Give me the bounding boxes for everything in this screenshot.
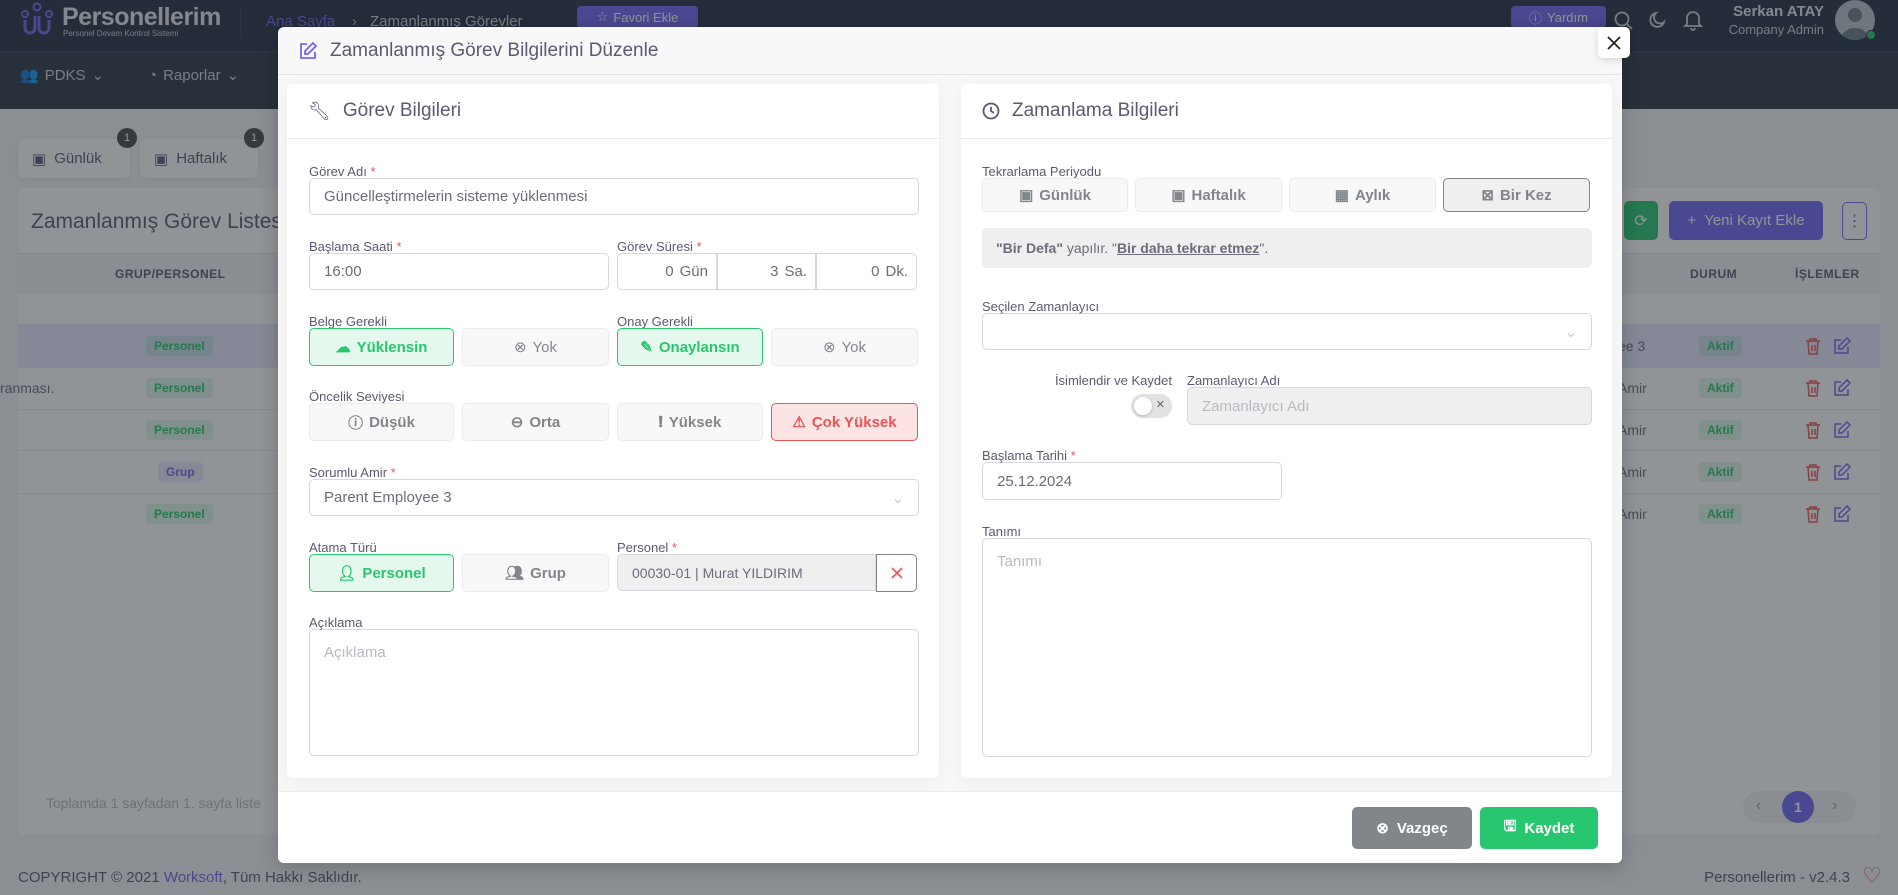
calendar-x-icon: ⊠ (1481, 187, 1494, 204)
named-save-toggle[interactable]: ✕ (1131, 394, 1172, 418)
start-time-label: Başlama Saati * (309, 239, 402, 254)
definition-textarea[interactable]: Tanımı (982, 538, 1592, 757)
period-label: Tekrarlama Periyodu (982, 164, 1102, 179)
task-name-label: Görev Adı * (309, 164, 376, 179)
close-icon (890, 567, 903, 579)
period-options: ▣ Günlük ▣ Haftalık ▦ Aylık ⊠ Bir Kez (982, 178, 1592, 212)
period-monthly-button[interactable]: ▦ Aylık (1289, 178, 1436, 212)
clock-icon (982, 102, 1000, 120)
x-circle-icon: ⊗ (822, 339, 836, 356)
assign-group-button[interactable]: 👥︎ Grup (462, 554, 609, 592)
assign-personel-button[interactable]: 👤︎ Personel (309, 554, 454, 592)
task-form: Görev Adı * Güncelleştirmelerin sisteme … (287, 139, 939, 756)
toggle-wrap: ✕ (982, 387, 1172, 425)
info-circle-icon: ⓘ (348, 414, 364, 432)
personel-label: Personel * (617, 540, 677, 555)
selected-timer-label: Seçilen Zamanlayıcı (982, 299, 1100, 314)
row-assignment: Atama Türü Personel * 👤︎ Personel 👥︎ Grup … (309, 541, 919, 592)
description-textarea[interactable]: Açıklama (309, 629, 919, 756)
priority-medium-button[interactable]: ⊖ Orta (462, 403, 609, 441)
priority-high-button[interactable]: ❗︎ Yüksek (617, 403, 763, 441)
close-icon (1607, 35, 1621, 50)
approval-none-button[interactable]: ⊗ Yok (771, 328, 918, 366)
personel-field: 00030-01 | Murat YILDIRIM (617, 554, 917, 592)
period-weekly-button[interactable]: ▣ Haftalık (1135, 178, 1282, 212)
manager-select[interactable]: Parent Employee 3 ⌄ (309, 479, 919, 516)
personel-input[interactable]: 00030-01 | Murat YILDIRIM (617, 554, 876, 591)
priority-label: Öncelik Seviyesi (309, 389, 405, 404)
info-emphasis: Bir daha tekrar etmez (1116, 240, 1260, 256)
calendar-week-icon: ▣ (1171, 187, 1186, 204)
doc-required-label: Belge Gerekli (309, 314, 388, 329)
edit-task-modal: Zamanlanmış Görev Bilgilerini Düzenle 🔧︎… (278, 27, 1630, 863)
card-header: Zamanlama Bilgileri (961, 84, 1612, 139)
manager-label: Sorumlu Amir * (309, 465, 396, 480)
duration-minutes-input[interactable]: 0 Dk. (816, 253, 917, 290)
pencil-icon: ✎ (640, 339, 653, 356)
period-daily-button[interactable]: ▣ Günlük (982, 178, 1128, 212)
wrench-icon: 🔧︎ (308, 100, 331, 121)
schedule-form: Tekrarlama Periyodu ▣ Günlük ▣ Haftalık ▦ A… (961, 139, 1612, 757)
period-info-box: "Bir Defa" yapılır. " Bir daha tekrar etm… (982, 228, 1592, 268)
exclamation-circle-icon: ❗︎ (658, 413, 663, 431)
duration-label: Görev Süresi * (617, 239, 702, 254)
description-label: Açıklama (309, 615, 363, 630)
doc-none-button[interactable]: ⊗ Yok (462, 328, 609, 366)
timer-name-label: Zamanlayıcı Adı (1187, 373, 1281, 388)
timer-select[interactable]: ⌄ (982, 313, 1592, 350)
named-save-label: İsimlendir ve Kaydet (1054, 373, 1172, 388)
duration-days-input[interactable]: 0 Gün (617, 253, 717, 290)
floppy-disk-icon: 🖫 (1503, 817, 1517, 835)
users-icon: 👥︎ (505, 565, 525, 582)
save-button[interactable]: 🖫 Kaydet (1480, 807, 1598, 849)
chevron-down-icon: ⌄ (1564, 323, 1577, 341)
task-info-card: 🔧︎ Görev Bilgileri Görev Adı * Güncelleşt… (287, 84, 939, 778)
minus-circle-icon: ⊖ (510, 414, 524, 431)
chevron-down-icon: ⌄ (891, 489, 904, 507)
start-time-input[interactable]: 16:00 (309, 253, 609, 290)
card-title: Görev Bilgileri (342, 100, 462, 121)
calendar-month-icon: ▦ (1334, 187, 1349, 204)
modal-title: Zamanlanmış Görev Bilgilerini Düzenle (330, 39, 659, 61)
duration-inputs: 0 Gün 3 Sa. 0 Dk. (617, 253, 917, 290)
row-priority: Öncelik Seviyesi ⓘ Düşük ⊖ Orta ❗︎ Yüksek ⚠… (309, 390, 919, 441)
card-header: 🔧︎ Görev Bilgileri (287, 84, 939, 139)
cancel-button[interactable]: ⊗ Vazgeç (1352, 807, 1472, 849)
x-circle-icon: ⊗ (1376, 820, 1389, 837)
x-icon: ✕ (1155, 399, 1165, 411)
modal-header: Zamanlanmış Görev Bilgilerini Düzenle (278, 27, 1622, 75)
info-highlight: "Bir Defa" (996, 240, 1063, 256)
duration-hours-input[interactable]: 3 Sa. (717, 253, 816, 290)
priority-very-high-button[interactable]: ⚠ Çok Yüksek (771, 403, 918, 441)
info-text: yapılır. " (1062, 240, 1117, 256)
calendar-day-icon: ▣ (1019, 187, 1034, 204)
row-named-save: İsimlendir ve Kaydet Zamanlayıcı Adı ✕ Z… (982, 374, 1592, 425)
schedule-info-card: Zamanlama Bilgileri Tekrarlama Periyodu … (961, 84, 1612, 778)
start-date-input[interactable]: 25.12.2024 (982, 462, 1282, 500)
timer-name-input[interactable]: Zamanlayıcı Adı (1187, 387, 1592, 425)
info-end: ". (1259, 240, 1269, 256)
edit-icon (300, 41, 318, 59)
approval-required-label: Onay Gerekli (617, 314, 693, 329)
approval-yes-button[interactable]: ✎ Onaylansın (617, 328, 763, 366)
x-circle-icon: ⊗ (513, 339, 527, 356)
clear-personel-button[interactable] (876, 554, 917, 592)
cloud-upload-icon: ☁ (335, 339, 351, 356)
warning-triangle-icon: ⚠ (792, 414, 806, 431)
doc-upload-button[interactable]: ☁ Yüklensin (309, 328, 454, 366)
user-icon: 👤︎ (337, 565, 357, 582)
definition-label: Tanımı (982, 524, 1022, 539)
priority-low-button[interactable]: ⓘ Düşük (309, 403, 454, 441)
row-start-duration: Başlama Saati * 16:00 Görev Süresi * 0 Gün… (309, 240, 919, 290)
card-title: Zamanlama Bilgileri (1012, 100, 1179, 121)
start-date-label: Başlama Tarihi * (982, 448, 1076, 463)
period-once-button[interactable]: ⊠ Bir Kez (1443, 178, 1590, 212)
row-doc-approval: Belge Gerekli Onay Gerekli ☁ Yüklensin ⊗ Y… (309, 315, 919, 366)
task-name-input[interactable]: Güncelleştirmelerin sisteme yüklenmesi (309, 178, 919, 215)
assign-type-label: Atama Türü (309, 540, 377, 555)
close-button[interactable] (1598, 27, 1630, 58)
